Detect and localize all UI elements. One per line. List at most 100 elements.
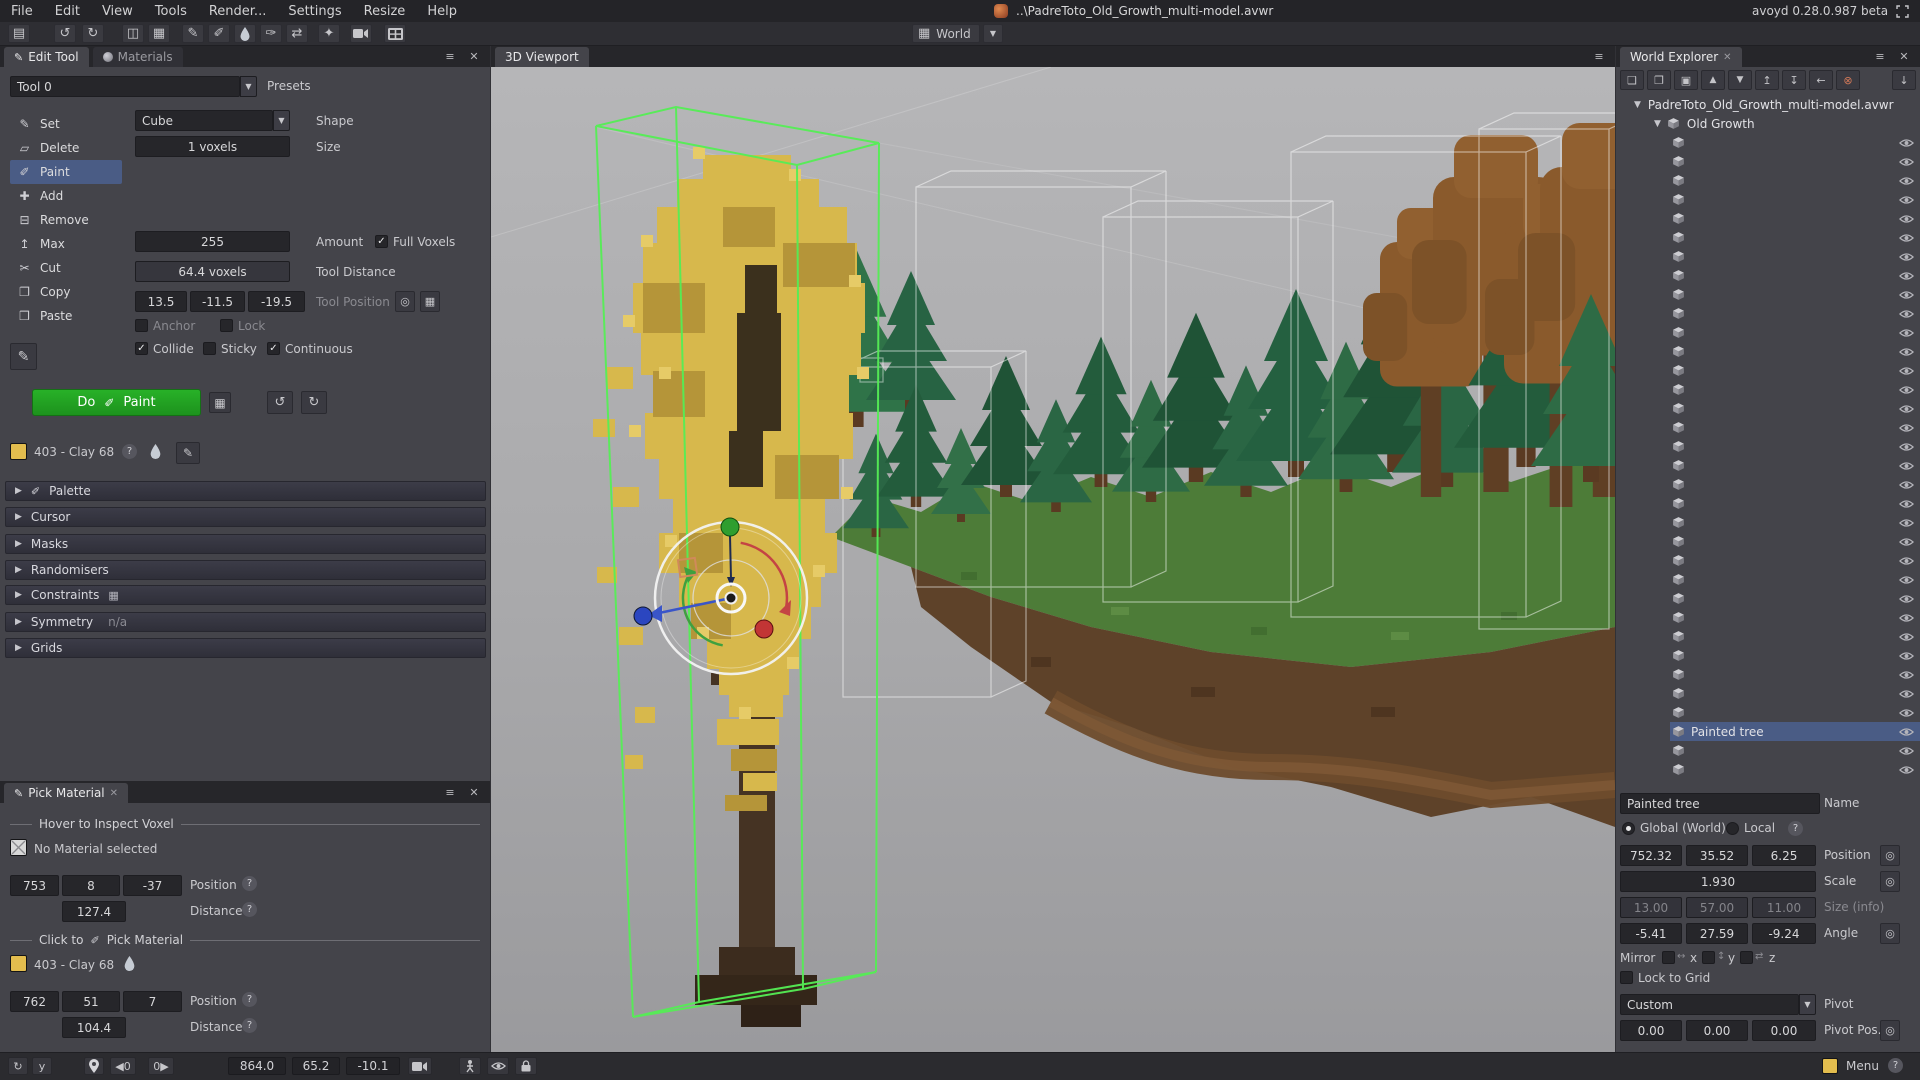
panel-menu-icon[interactable]: ≡ [442, 784, 458, 800]
explorer-add-button[interactable]: ❑ [1620, 70, 1644, 90]
tab-world-explorer[interactable]: World Explorer ✕ [1620, 47, 1742, 67]
mirror-y-checkbox[interactable] [1702, 951, 1715, 964]
visibility-eye-icon[interactable] [1899, 556, 1914, 566]
explorer-item[interactable] [1616, 266, 1920, 285]
explorer-item[interactable] [1616, 513, 1920, 532]
tab-close-icon[interactable]: ✕ [110, 788, 118, 799]
explorer-root-row[interactable]: ▼ PadreToto_Old_Growth_multi-model.avwr [1616, 95, 1920, 114]
angle-y-field[interactable]: 27.59 [1686, 923, 1748, 944]
walk-mode-button[interactable] [459, 1057, 481, 1075]
tool-cut[interactable]: ✂Cut [10, 256, 122, 280]
edit-material-button[interactable]: ✎ [176, 442, 200, 464]
draw-tool-button[interactable]: ✎ [182, 24, 204, 43]
tool-distance-field[interactable]: 64.4 voxels [135, 261, 290, 282]
visibility-eye-icon[interactable] [1899, 138, 1914, 148]
fullscreen-icon[interactable] [1896, 5, 1909, 18]
tool-position-x-field[interactable]: 13.5 [135, 291, 187, 312]
refresh-button[interactable]: ↻ [8, 1057, 28, 1075]
menu-tools[interactable]: Tools [144, 4, 198, 19]
lock-mode-button[interactable] [515, 1057, 537, 1075]
film-button[interactable] [384, 24, 406, 43]
sticky-checkbox[interactable] [203, 342, 216, 355]
help-icon[interactable]: ? [1788, 821, 1803, 836]
statusbar-material-swatch[interactable] [1822, 1058, 1838, 1074]
save-button[interactable]: ▤ [8, 24, 30, 43]
panel-menu-icon[interactable]: ≡ [1872, 48, 1888, 64]
panel-menu-icon[interactable]: ≡ [442, 48, 458, 64]
menu-help[interactable]: Help [416, 4, 468, 19]
explorer-item[interactable] [1616, 627, 1920, 646]
visibility-eye-icon[interactable] [1899, 157, 1914, 167]
current-material-swatch[interactable] [10, 443, 27, 460]
explorer-item[interactable] [1616, 209, 1920, 228]
palette-grid-button[interactable]: ▦ [209, 392, 231, 413]
menu-render[interactable]: Render... [198, 4, 277, 19]
visibility-eye-icon[interactable] [1899, 309, 1914, 319]
tool-paste[interactable]: ❒Paste [10, 304, 122, 328]
angle-keyframe-button[interactable]: ◎ [1880, 923, 1900, 944]
explorer-item[interactable] [1616, 703, 1920, 722]
explorer-item[interactable] [1616, 665, 1920, 684]
explorer-item[interactable] [1616, 380, 1920, 399]
camera-view-button[interactable] [408, 1057, 432, 1075]
position-y-field[interactable]: 35.52 [1686, 845, 1748, 866]
gizmo-x-handle[interactable] [634, 607, 652, 625]
explorer-export-button[interactable]: ↓ [1892, 70, 1916, 90]
visibility-eye-icon[interactable] [1899, 575, 1914, 585]
visibility-eye-icon[interactable] [1899, 480, 1914, 490]
menu-file[interactable]: File [0, 4, 44, 19]
angle-x-field[interactable]: -5.41 [1620, 923, 1682, 944]
amount-field[interactable]: 255 [135, 231, 290, 252]
visibility-eye-icon[interactable] [1899, 499, 1914, 509]
section-randomisers[interactable]: ▶ Randomisers [5, 560, 486, 580]
world-selector[interactable]: ▦ World [912, 24, 980, 43]
explorer-item[interactable] [1616, 741, 1920, 760]
explorer-item[interactable]: Painted tree [1616, 722, 1920, 741]
explorer-item[interactable] [1616, 342, 1920, 361]
section-constraints[interactable]: ▶ Constraints ▦ [5, 585, 486, 605]
redo-button[interactable]: ↻ [82, 24, 104, 43]
visibility-eye-icon[interactable] [1899, 632, 1914, 642]
explorer-item[interactable] [1616, 475, 1920, 494]
visibility-eye-icon[interactable] [1899, 176, 1914, 186]
explorer-item[interactable] [1616, 760, 1920, 779]
menu-view[interactable]: View [91, 4, 144, 19]
size-field[interactable]: 1 voxels [135, 136, 290, 157]
pivot-keyframe-button[interactable]: ◎ [1880, 1020, 1900, 1041]
location-pin-button[interactable] [84, 1057, 104, 1075]
camera-x-field[interactable]: 864.0 [228, 1057, 286, 1075]
explorer-move-up-button[interactable]: ▲ [1701, 70, 1725, 90]
swap-tool-button[interactable]: ⇄ [286, 24, 308, 43]
explorer-item[interactable] [1616, 589, 1920, 608]
visibility-eye-icon[interactable] [1899, 195, 1914, 205]
explorer-item[interactable] [1616, 190, 1920, 209]
marker-tool-button[interactable]: ✑ [260, 24, 282, 43]
help-icon[interactable]: ? [1888, 1058, 1903, 1073]
explorer-item[interactable] [1616, 171, 1920, 190]
explorer-item[interactable] [1616, 152, 1920, 171]
camera-prev-button[interactable]: ◀0 [110, 1057, 136, 1075]
object-name-input[interactable]: Painted tree [1620, 793, 1820, 814]
gizmo-z-handle[interactable] [755, 620, 773, 638]
explorer-item[interactable] [1616, 285, 1920, 304]
tool-remove[interactable]: ⊟Remove [10, 208, 122, 232]
tool-copy[interactable]: ❐Copy [10, 280, 122, 304]
paint-tool-button[interactable]: ✐ [208, 24, 230, 43]
continuous-checkbox[interactable]: ✓ [267, 342, 280, 355]
tab-3d-viewport[interactable]: 3D Viewport [495, 47, 589, 67]
panel-menu-icon[interactable]: ≡ [1591, 48, 1607, 64]
visibility-eye-icon[interactable] [1899, 537, 1914, 547]
visibility-eye-icon[interactable] [1899, 252, 1914, 262]
mirror-x-checkbox[interactable] [1662, 951, 1675, 964]
gizmo-center-handle[interactable] [726, 593, 737, 604]
tool-preset-dropdown-button[interactable]: ▼ [240, 76, 257, 97]
explorer-item[interactable] [1616, 247, 1920, 266]
explorer-item[interactable] [1616, 399, 1920, 418]
camera-y-field[interactable]: 65.2 [292, 1057, 340, 1075]
panel-close-icon[interactable]: ✕ [1896, 48, 1912, 64]
viewport-canvas[interactable] [491, 67, 1615, 1053]
shape-dropdown-button[interactable]: ▼ [273, 110, 290, 131]
visibility-eye-icon[interactable] [1899, 366, 1914, 376]
pivot-y-field[interactable]: 0.00 [1686, 1020, 1748, 1041]
menu-resize[interactable]: Resize [353, 4, 417, 19]
